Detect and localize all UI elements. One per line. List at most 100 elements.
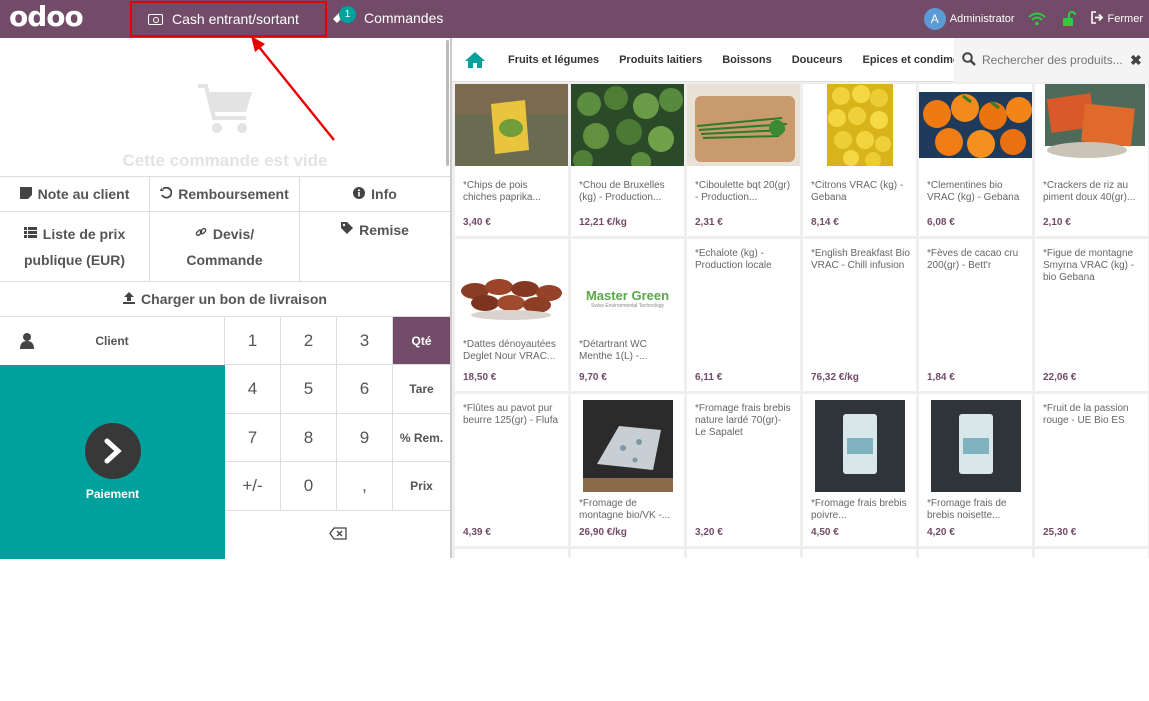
close-button[interactable]: Fermer [1090,11,1143,27]
search-input[interactable] [982,53,1122,67]
product-price: 3,40 € [463,217,491,228]
numpad-key-4[interactable]: 4 [225,365,281,414]
money-icon [148,13,163,25]
numpad-key-3[interactable]: 3 [337,317,393,365]
info-button[interactable]: Info [300,177,450,211]
quotation-label: Devis/ [212,225,255,242]
product-price: 2,31 € [695,217,723,228]
user-menu[interactable]: A Administrator [923,8,1015,30]
product-card[interactable]: *Fèves de cacao cru 200(gr) - Bett'r 1,8… [919,239,1032,391]
payment-button[interactable]: Paiement [0,365,225,559]
refund-button[interactable]: Remboursement [150,177,300,211]
decimal-key[interactable]: , [337,462,393,511]
product-card[interactable]: *Fruit de la passion rouge - UE Bio ES 2… [1035,394,1148,546]
brand-logo-subtitle: Swiss Environmental Technology [590,302,664,309]
cash-in-out-label: Cash entrant/sortant [172,11,299,27]
orders-button[interactable]: 1 Commandes [332,3,443,33]
product-name: *Détartrant WC Menthe 1(L) -... [579,339,648,362]
category-fruits-vegetables[interactable]: Fruits et légumes [498,54,609,66]
product-card[interactable]: *Chou de Bruxelles (kg) - Production... … [571,84,684,236]
discount-button[interactable]: Remise [300,212,450,281]
product-card[interactable]: *Fromage frais brebis nature lardé 70(gr… [687,394,800,546]
discount-mode-button[interactable]: % Rem. [393,414,450,462]
home-icon[interactable] [452,38,498,82]
info-icon [353,186,366,202]
wifi-icon[interactable] [1027,9,1047,29]
link-icon [195,226,207,241]
product-card[interactable]: *Clementines bio VRAC (kg) - Gebana 6,08… [919,84,1032,236]
product-card[interactable]: *Chips de pois chiches paprika... 3,40 € [455,84,568,236]
search-icon [962,51,976,69]
unlock-icon[interactable] [1059,9,1079,29]
customer-note-button[interactable]: Note au client [0,177,150,211]
load-delivery-note-label: Charger un bon de livraison [141,291,327,307]
customer-button[interactable]: Client [0,317,225,365]
product-name: *Fèves de cacao cru 200(gr) - Bett'r [927,248,1019,271]
numpad-key-5[interactable]: 5 [281,365,337,414]
product-card[interactable] [571,549,684,701]
product-card[interactable]: *Ciboulette bqt 20(gr) - Production... 2… [687,84,800,236]
pricelist-button[interactable]: Liste de prix publique (EUR) [0,212,150,281]
numpad: 1 2 3 Qté 4 5 6 Tare 7 8 9 % Rem. +/- 0 … [225,317,450,559]
product-search: ✖ [954,38,1149,82]
category-drinks[interactable]: Boissons [712,54,782,66]
product-card[interactable] [687,549,800,701]
product-card[interactable]: *English Breakfast Bio VRAC - Chill infu… [803,239,916,391]
info-label: Info [371,186,397,202]
product-name: *Echalote (kg) - Production locale [695,248,772,271]
numpad-key-7[interactable]: 7 [225,414,281,462]
product-card[interactable] [1035,549,1148,701]
product-card[interactable]: *Fromage frais brebis poivre... 4,50 € [803,394,916,546]
order-panel: Cette commande est vide Note au client R… [0,38,450,559]
product-price: 76,32 €/kg [811,372,859,383]
product-card[interactable]: *Figue de montagne Smyrna VRAC (kg) - bi… [1035,239,1148,391]
product-card[interactable]: *Fromage frais de brebis noisette... 4,2… [919,394,1032,546]
category-sweets[interactable]: Douceurs [782,54,853,66]
numpad-key-6[interactable]: 6 [337,365,393,414]
product-card[interactable]: *Fromage de montagne bio/VK -... 26,90 €… [571,394,684,546]
order-scrollbar[interactable] [446,40,449,166]
load-delivery-note-button[interactable]: Charger un bon de livraison [0,282,450,316]
numpad-key-8[interactable]: 8 [281,414,337,462]
product-card[interactable]: *Citrons VRAC (kg) - Gebana 8,14 € [803,84,916,236]
product-name: *Fruit de la passion rouge - UE Bio ES [1043,403,1129,426]
category-dairy[interactable]: Produits laitiers [609,54,712,66]
pricelist-value: publique (EUR) [23,251,126,268]
ticket-icon: 1 [332,5,356,27]
cash-in-out-button[interactable]: Cash entrant/sortant [130,1,327,37]
backspace-key[interactable] [225,511,450,559]
close-label: Fermer [1107,13,1143,25]
numpad-key-9[interactable]: 9 [337,414,393,462]
product-price: 12,21 €/kg [579,217,627,228]
product-price: 6,08 € [927,217,955,228]
product-image [919,84,1032,166]
numpad-key-2[interactable]: 2 [281,317,337,365]
quantity-mode-button[interactable]: Qté [393,317,450,365]
product-card[interactable]: *Crackers de riz au piment doux 40(gr)..… [1035,84,1148,236]
product-card[interactable]: *Dattes dénoyautées Deglet Nour VRAC... … [455,239,568,391]
numpad-key-0[interactable]: 0 [281,462,337,511]
product-price: 22,06 € [1043,372,1077,383]
plus-minus-key[interactable]: +/- [225,462,281,511]
top-bar: odoo Cash entrant/sortant 1 Commandes A … [0,0,1149,38]
price-mode-button[interactable]: Prix [393,462,450,511]
avatar: A [923,8,946,30]
numpad-key-1[interactable]: 1 [225,317,281,365]
order-label: Commande [186,251,263,268]
product-card[interactable]: *Echalote (kg) - Production locale 6,11 … [687,239,800,391]
chevron-right-icon [85,423,141,479]
product-image [687,84,800,166]
product-card[interactable] [803,549,916,701]
quotation-order-button[interactable]: Devis/ Commande [150,212,300,281]
product-card[interactable] [919,549,1032,701]
product-card[interactable] [455,549,568,701]
product-name: *Crackers de riz au piment doux 40(gr)..… [1043,180,1136,203]
product-name: *Flûtes au pavot pur beurre 125(gr) - Fl… [463,403,559,426]
clear-search-icon[interactable]: ✖ [1130,52,1142,69]
product-name: *Chips de pois chiches paprika... [463,180,541,203]
refund-label: Remboursement [178,186,289,202]
product-card[interactable]: Master Green Swiss Environmental Technol… [571,239,684,391]
product-image [1035,84,1148,166]
product-card[interactable]: *Flûtes au pavot pur beurre 125(gr) - Fl… [455,394,568,546]
tare-button[interactable]: Tare [393,365,450,414]
